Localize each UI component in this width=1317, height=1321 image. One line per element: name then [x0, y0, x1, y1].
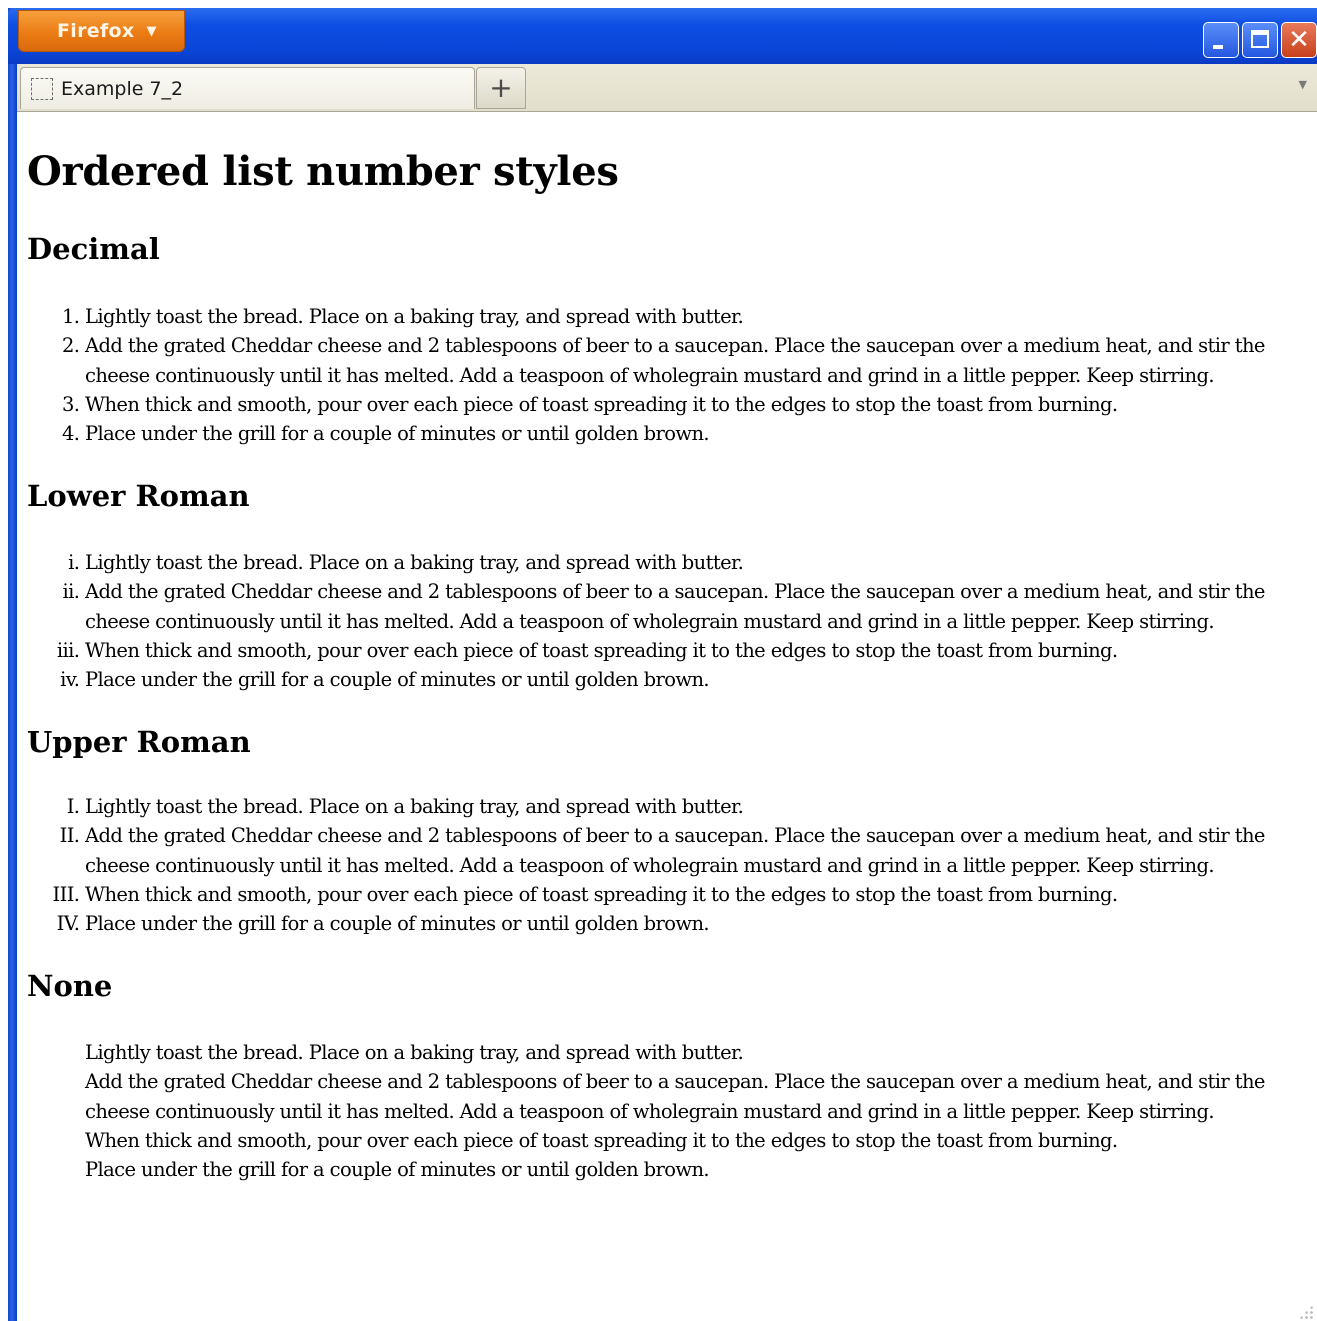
list-item: Place under the grill for a couple of mi… — [85, 909, 1301, 938]
tab-title: Example 7_2 — [61, 77, 184, 100]
list-item: Place under the grill for a couple of mi… — [85, 1158, 710, 1182]
browser-window: Firefox ▼ ✕ Example 7_2 + ▼ Ordered list… — [0, 0, 1317, 1321]
ordered-list-decimal: Lightly toast the bread. Place on a baki… — [27, 302, 1301, 448]
ordered-list-lower-roman: Lightly toast the bread. Place on a baki… — [27, 548, 1301, 694]
maximize-button[interactable] — [1242, 22, 1278, 58]
section-heading-lower-roman: Lower Roman — [27, 479, 250, 513]
list-item: Add the grated Cheddar cheese and 2 tabl… — [85, 821, 1301, 880]
window-frame-left — [8, 8, 17, 1321]
list-item: When thick and smooth, pour over each pi… — [85, 390, 1301, 419]
list-item: Place under the grill for a couple of mi… — [85, 665, 1301, 694]
tab-strip: Example 7_2 + ▼ — [17, 64, 1317, 112]
page-title: Ordered list number styles — [27, 148, 619, 195]
list-item: Add the grated Cheddar cheese and 2 tabl… — [85, 331, 1301, 390]
close-icon: ✕ — [1288, 25, 1310, 55]
page-content: Ordered list number styles Decimal Light… — [27, 112, 1312, 1312]
chevron-down-icon: ▼ — [146, 23, 157, 39]
ordered-list-upper-roman: Lightly toast the bread. Place on a baki… — [27, 792, 1301, 938]
list-item: Lightly toast the bread. Place on a baki… — [85, 302, 1301, 331]
list-item: Lightly toast the bread. Place on a baki… — [85, 1041, 744, 1064]
list-item: Place under the grill for a couple of mi… — [85, 419, 1301, 448]
section-heading-none: None — [27, 969, 113, 1003]
list-item: When thick and smooth, pour over each pi… — [85, 636, 1301, 665]
firefox-menu-button[interactable]: Firefox ▼ — [18, 10, 185, 52]
tab-list-button[interactable]: ▼ — [1299, 78, 1307, 91]
minimize-icon — [1213, 45, 1223, 49]
title-bar[interactable]: Firefox ▼ ✕ — [8, 8, 1317, 64]
list-item: Lightly toast the bread. Place on a baki… — [85, 792, 1301, 821]
section-heading-upper-roman: Upper Roman — [27, 725, 251, 759]
window-controls: ✕ — [1203, 22, 1317, 58]
firefox-menu-label: Firefox — [57, 20, 135, 42]
section-heading-decimal: Decimal — [27, 232, 160, 266]
new-tab-button[interactable]: + — [476, 67, 526, 109]
close-button[interactable]: ✕ — [1281, 22, 1317, 58]
tab-example-7-2[interactable]: Example 7_2 — [20, 67, 475, 109]
ordered-list-none: Lightly toast the bread. Place on a baki… — [27, 1038, 1301, 1184]
list-item: Add the grated Cheddar cheese and 2 tabl… — [85, 1070, 1265, 1123]
list-item: When thick and smooth, pour over each pi… — [85, 880, 1301, 909]
list-item: Add the grated Cheddar cheese and 2 tabl… — [85, 577, 1301, 636]
minimize-button[interactable] — [1203, 22, 1239, 58]
maximize-icon — [1251, 30, 1269, 48]
list-item: Lightly toast the bread. Place on a baki… — [85, 548, 1301, 577]
page-favicon-icon — [31, 77, 53, 100]
list-item: When thick and smooth, pour over each pi… — [85, 1128, 1118, 1152]
